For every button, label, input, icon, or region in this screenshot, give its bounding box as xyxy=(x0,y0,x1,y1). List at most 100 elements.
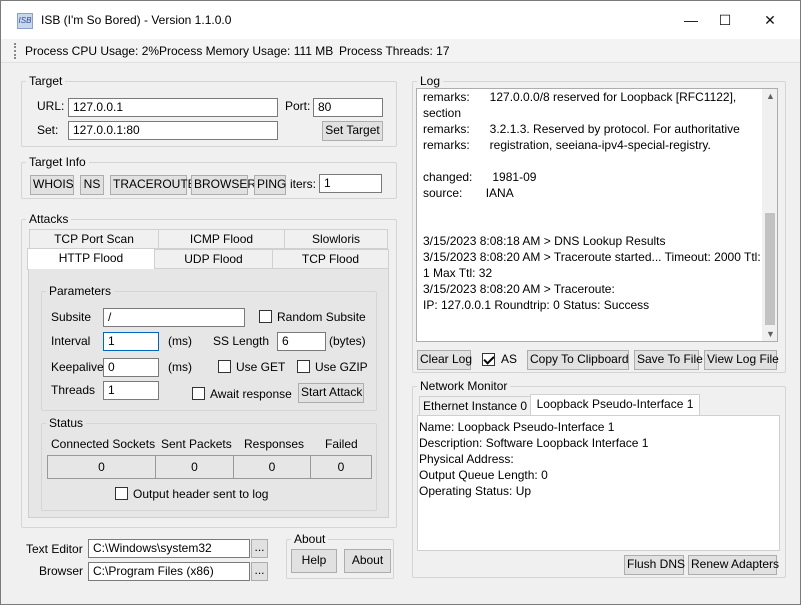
close-button[interactable]: ✕ xyxy=(747,1,793,39)
use-get-checkbox[interactable] xyxy=(218,360,231,373)
output-header-checkbox[interactable] xyxy=(115,487,128,500)
ss-length-unit: (bytes) xyxy=(329,334,366,348)
browser-button[interactable]: BROWSER xyxy=(191,175,256,195)
log-line: remarks: registration, seeiana-ipv4-spec… xyxy=(423,138,711,152)
log-line: section xyxy=(423,106,462,120)
set-target-button[interactable]: Set Target xyxy=(322,121,383,141)
iters-input[interactable]: 1 xyxy=(319,174,382,193)
use-get-label: Use GET xyxy=(236,360,286,374)
subsite-label: Subsite xyxy=(51,310,92,324)
scroll-up-icon[interactable]: ▲ xyxy=(766,91,775,101)
start-attack-button[interactable]: Start Attack xyxy=(298,383,364,403)
text-editor-browse-button[interactable]: ... xyxy=(251,539,268,558)
use-gzip-checkbox[interactable] xyxy=(297,360,310,373)
log-line: 3/15/2023 8:08:20 AM > Traceroute: xyxy=(423,282,615,296)
as-checkbox[interactable] xyxy=(482,353,495,366)
interval-input[interactable]: 1 xyxy=(103,332,159,351)
view-log-file-button[interactable]: View Log File xyxy=(704,350,779,370)
threads-input[interactable]: 1 xyxy=(103,381,159,400)
grip-icon[interactable] xyxy=(14,43,17,59)
close-icon: ✕ xyxy=(764,12,776,28)
failed-value: 0 xyxy=(310,455,372,479)
copy-to-clipboard-button[interactable]: Copy To Clipboard xyxy=(527,350,629,370)
app-window: ISB ISB (I'm So Bored) - Version 1.1.0.0… xyxy=(0,0,801,605)
save-to-file-button[interactable]: Save To File xyxy=(634,350,703,370)
ss-length-input[interactable]: 6 xyxy=(277,332,326,351)
tab-http-flood[interactable]: HTTP Flood xyxy=(27,248,155,270)
title-bar[interactable]: ISB ISB (I'm So Bored) - Version 1.1.0.0… xyxy=(1,1,800,39)
scroll-down-icon[interactable]: ▼ xyxy=(766,329,775,339)
keepalive-label: Keepalive xyxy=(51,360,104,374)
tab-icmp-flood[interactable]: ICMP Flood xyxy=(158,229,285,249)
interval-label: Interval xyxy=(51,334,91,348)
log-line: source: IANA xyxy=(423,186,514,200)
url-input[interactable]: 127.0.0.1 xyxy=(68,98,278,117)
maximize-button[interactable]: ☐ xyxy=(702,1,748,39)
thread-count: Process Threads: 17 xyxy=(339,44,450,58)
nic-physical-address: Physical Address: xyxy=(419,452,514,466)
log-textbox[interactable]: remarks: 127.0.0.0/8 reserved for Loopba… xyxy=(416,88,778,342)
header-sent-packets: Sent Packets xyxy=(161,437,232,451)
tab-udp-flood[interactable]: UDP Flood xyxy=(154,249,273,269)
nic-description: Description: Software Loopback Interface… xyxy=(419,436,649,450)
output-header-label: Output header sent to log xyxy=(133,487,269,501)
log-line: changed: 1981-09 xyxy=(423,170,537,184)
header-responses: Responses xyxy=(244,437,305,451)
help-button[interactable]: Help xyxy=(291,549,337,573)
about-legend: About xyxy=(291,532,329,546)
tab-tcp-port-scan[interactable]: TCP Port Scan xyxy=(29,229,159,249)
use-gzip-label: Use GZIP xyxy=(315,360,368,374)
log-line: remarks: 127.0.0.0/8 reserved for Loopba… xyxy=(423,90,737,104)
subsite-input[interactable]: / xyxy=(103,308,245,327)
text-editor-label: Text Editor xyxy=(26,542,83,556)
header-failed: Failed xyxy=(325,437,358,451)
ping-button[interactable]: PING xyxy=(254,175,286,195)
log-scrollbar[interactable]: ▲ ▼ xyxy=(762,89,777,341)
interval-unit: (ms) xyxy=(168,334,192,348)
header-connected-sockets: Connected Sockets xyxy=(51,437,156,451)
traceroute-button[interactable]: TRACEROUTE xyxy=(110,175,196,195)
tab-loopback-pseudo-interface-1[interactable]: Loopback Pseudo-Interface 1 xyxy=(530,394,700,416)
log-line: 3/15/2023 8:08:20 AM > Traceroute starte… xyxy=(423,250,761,264)
url-label: URL: xyxy=(37,99,65,113)
whois-button[interactable]: WHOIS xyxy=(30,175,74,195)
browser-browse-button[interactable]: ... xyxy=(251,562,268,581)
network-details-panel: Name: Loopback Pseudo-Interface 1 Descri… xyxy=(417,415,780,551)
memory-usage: Process Memory Usage: 111 MB xyxy=(159,44,334,58)
browser-path-input[interactable]: C:\Program Files (x86) xyxy=(88,562,250,581)
text-editor-input[interactable]: C:\Windows\system32 xyxy=(88,539,250,558)
log-line: remarks: 3.2.1.3. Reserved by protocol. … xyxy=(423,122,740,136)
nic-output-queue: Output Queue Length: 0 xyxy=(419,468,548,482)
parameters-legend: Parameters xyxy=(46,284,115,298)
keepalive-input[interactable]: 0 xyxy=(103,358,159,377)
minimize-icon: — xyxy=(684,12,698,28)
scroll-thumb[interactable] xyxy=(765,213,775,325)
ns-button[interactable]: NS xyxy=(80,175,104,195)
tab-tcp-flood[interactable]: TCP Flood xyxy=(272,249,389,269)
browser-label: Browser xyxy=(39,564,84,578)
keepalive-unit: (ms) xyxy=(168,360,192,374)
flush-dns-button[interactable]: Flush DNS xyxy=(624,555,685,575)
nic-name: Name: Loopback Pseudo-Interface 1 xyxy=(419,420,615,434)
port-label: Port: xyxy=(285,99,311,113)
threads-label: Threads xyxy=(51,383,96,397)
port-input[interactable]: 80 xyxy=(313,98,383,117)
ss-length-label: SS Length xyxy=(213,334,270,348)
random-subsite-checkbox[interactable] xyxy=(259,310,272,323)
log-line: 3/15/2023 8:08:18 AM > DNS Lookup Result… xyxy=(423,234,666,248)
random-subsite-label: Random Subsite xyxy=(277,310,366,324)
log-line: 1 Max Ttl: 32 xyxy=(423,266,493,280)
cpu-usage: Process CPU Usage: 2% xyxy=(25,44,160,58)
about-button[interactable]: About xyxy=(344,549,391,573)
await-response-checkbox[interactable] xyxy=(192,387,205,400)
clear-log-button[interactable]: Clear Log xyxy=(417,350,472,370)
log-line: IP: 127.0.0.1 Roundtrip: 0 Status: Succe… xyxy=(423,298,650,312)
app-icon: ISB xyxy=(17,13,33,29)
set-input[interactable]: 127.0.0.1:80 xyxy=(68,121,278,140)
tab-ethernet-instance-0[interactable]: Ethernet Instance 0 xyxy=(419,396,531,416)
renew-adapters-button[interactable]: Renew Adapters xyxy=(688,555,779,575)
await-response-label: Await response xyxy=(210,387,292,401)
tab-slowloris[interactable]: Slowloris xyxy=(284,229,388,249)
as-label: AS xyxy=(501,352,518,366)
iters-label: iters: xyxy=(290,177,317,191)
